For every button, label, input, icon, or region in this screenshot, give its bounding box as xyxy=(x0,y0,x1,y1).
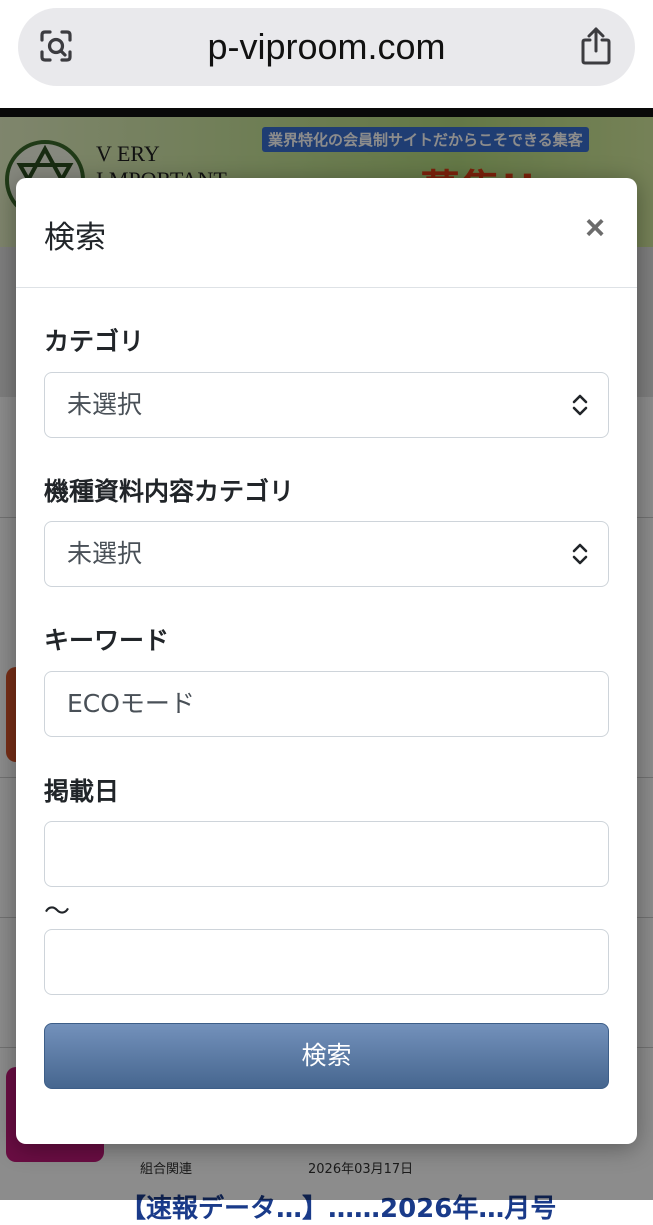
date-from-input[interactable] xyxy=(44,821,609,887)
browser-toolbar: p-viproom.com xyxy=(0,0,653,108)
select-updown-icon xyxy=(572,543,588,565)
url-text[interactable]: p-viproom.com xyxy=(108,8,545,86)
material-category-label: 機種資料内容カテゴリ xyxy=(44,477,295,506)
select-updown-icon xyxy=(572,394,588,416)
material-category-select-value: 未選択 xyxy=(67,539,143,568)
category-label: カテゴリ xyxy=(44,327,145,356)
category-select[interactable]: 未選択 xyxy=(44,372,609,438)
material-category-select[interactable]: 未選択 xyxy=(44,521,609,587)
modal-title: 検索 xyxy=(44,220,106,256)
keyword-input[interactable]: ECOモード xyxy=(44,671,609,737)
modal-header: 検索 × xyxy=(16,178,637,288)
search-submit-button[interactable]: 検索 xyxy=(44,1023,609,1089)
date-label: 掲載日 xyxy=(44,777,120,806)
close-button[interactable]: × xyxy=(575,208,615,248)
date-range-separator: 〜 xyxy=(44,897,71,927)
search-modal: 検索 × カテゴリ 未選択 機種資料内容カテゴリ 未選択 キーワード ECOモー… xyxy=(16,178,637,1144)
visual-search-icon[interactable] xyxy=(38,28,74,64)
keyword-input-value: ECOモード xyxy=(67,689,195,718)
share-icon[interactable] xyxy=(579,26,613,66)
date-to-input[interactable] xyxy=(44,929,609,995)
category-select-value: 未選択 xyxy=(67,390,143,419)
keyword-label: キーワード xyxy=(44,626,170,655)
address-bar[interactable]: p-viproom.com xyxy=(18,8,635,86)
